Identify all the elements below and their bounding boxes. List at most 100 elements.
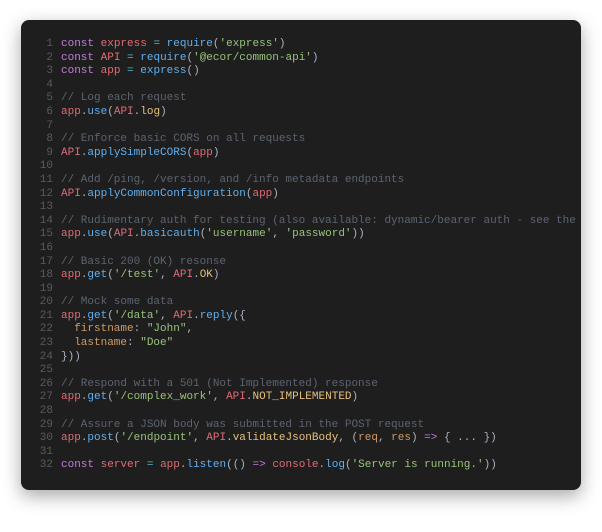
token-id: API (226, 391, 246, 403)
code-line: 18app.get('/test', API.OK) (31, 269, 565, 283)
code-line: 19 (31, 283, 565, 297)
token-pl: , (160, 310, 173, 322)
token-pl: ) (411, 432, 424, 444)
code-line: 8// Enforce basic CORS on all requests (31, 133, 565, 147)
token-attr: req (358, 432, 378, 444)
token-pl: ( (345, 459, 352, 471)
token-pl (140, 459, 147, 471)
token-pl (61, 337, 74, 349)
code-line: 22 firstname: "John", (31, 323, 565, 337)
code-line: 21app.get('/data', API.reply({ (31, 310, 565, 324)
token-prop: validateJsonBody (233, 432, 339, 444)
token-pl (61, 323, 74, 335)
line-number: 30 (31, 432, 53, 446)
line-number: 21 (31, 310, 53, 324)
line-number: 16 (31, 242, 53, 256)
line-number: 6 (31, 106, 53, 120)
code-line: 27app.get('/complex_work', API.NOT_IMPLE… (31, 391, 565, 405)
token-pl: ) (160, 106, 167, 118)
code-line: 4 (31, 79, 565, 93)
line-number: 27 (31, 391, 53, 405)
line-content: const express = require('express') (61, 38, 565, 52)
line-content: // Add /ping, /version, and /info metada… (61, 174, 565, 188)
token-pl: : (134, 323, 147, 335)
token-pl: . (246, 391, 253, 403)
line-content: // Log each request (61, 92, 565, 106)
code-line: 29// Assure a JSON body was submitted in… (31, 419, 565, 433)
line-number: 24 (31, 351, 53, 365)
token-fn: log (325, 459, 345, 471)
token-str: '@ecor/common-api' (193, 52, 312, 64)
line-number: 14 (31, 215, 53, 229)
token-pl: ... (457, 432, 477, 444)
token-id: API (61, 147, 81, 159)
code-line: 26// Respond with a 501 (Not Implemented… (31, 378, 565, 392)
token-fn: post (87, 432, 113, 444)
line-content: app.get('/test', API.OK) (61, 269, 565, 283)
token-pl: , (186, 323, 193, 335)
code-line: 5 // Log each request (31, 92, 565, 106)
token-pl: }) (477, 432, 497, 444)
token-pl: ( (107, 391, 114, 403)
token-pl: ) (213, 147, 220, 159)
code-block: 1 const express = require('express')2cons… (31, 38, 565, 473)
token-fn: get (87, 310, 107, 322)
line-content: API.applySimpleCORS(app) (61, 147, 565, 161)
token-fn: express (140, 65, 186, 77)
code-line: 24})) (31, 351, 565, 365)
line-number: 8 (31, 133, 53, 147)
code-line: 25 (31, 364, 565, 378)
line-number: 1 (31, 38, 53, 52)
code-line: 2const API = require('@ecor/common-api') (31, 52, 565, 66)
token-str: "John" (147, 323, 187, 335)
line-number: 5 (31, 92, 53, 106)
code-line: 10 (31, 160, 565, 174)
token-str: 'express' (220, 38, 279, 50)
code-editor-frame: 1 const express = require('express')2cons… (21, 20, 581, 490)
token-cmt: // Basic 200 (OK) resonse (61, 256, 226, 268)
token-pl: ) (213, 269, 220, 281)
code-line: 16 (31, 242, 565, 256)
token-pl: , (272, 228, 285, 240)
token-pl: . (193, 269, 200, 281)
token-id: API (173, 310, 193, 322)
token-attr: lastname (74, 337, 127, 349)
line-number: 3 (31, 65, 53, 79)
code-line: 28 (31, 405, 565, 419)
token-pl: ( (107, 106, 114, 118)
line-content (61, 242, 565, 256)
token-op: = (127, 65, 134, 77)
token-pl: ({ (233, 310, 246, 322)
line-number: 22 (31, 323, 53, 337)
line-number: 18 (31, 269, 53, 283)
line-number: 28 (31, 405, 53, 419)
token-prop: OK (200, 269, 213, 281)
line-content: const server = app.listen(() => console.… (61, 459, 565, 473)
code-line: 31 (31, 446, 565, 460)
token-kw: const (61, 65, 94, 77)
line-content: lastname: "Doe" (61, 337, 565, 351)
token-pl: ( (107, 269, 114, 281)
line-number: 31 (31, 446, 53, 460)
line-number: 15 (31, 228, 53, 242)
line-content: // Basic 200 (OK) resonse (61, 256, 565, 270)
token-pl: ) (279, 38, 286, 50)
code-line: 11// Add /ping, /version, and /info meta… (31, 174, 565, 188)
code-line: 30app.post('/endpoint', API.validateJson… (31, 432, 565, 446)
token-id: app (252, 188, 272, 200)
line-content: API.applyCommonConfiguration(app) (61, 188, 565, 202)
code-line: 17// Basic 200 (OK) resonse (31, 256, 565, 270)
token-fn: reply (200, 310, 233, 322)
token-kw: => (253, 459, 266, 471)
token-pl (94, 65, 101, 77)
token-str: '/data' (114, 310, 160, 322)
token-id: API (61, 188, 81, 200)
line-number: 29 (31, 419, 53, 433)
code-line: 15app.use(API.basicauth('username', 'pas… (31, 228, 565, 242)
code-line: 23 lastname: "Doe" (31, 337, 565, 351)
token-fn: get (87, 269, 107, 281)
token-str: 'password' (286, 228, 352, 240)
token-str: 'username' (206, 228, 272, 240)
token-pl: ( (213, 38, 220, 50)
code-line: 13 (31, 201, 565, 215)
